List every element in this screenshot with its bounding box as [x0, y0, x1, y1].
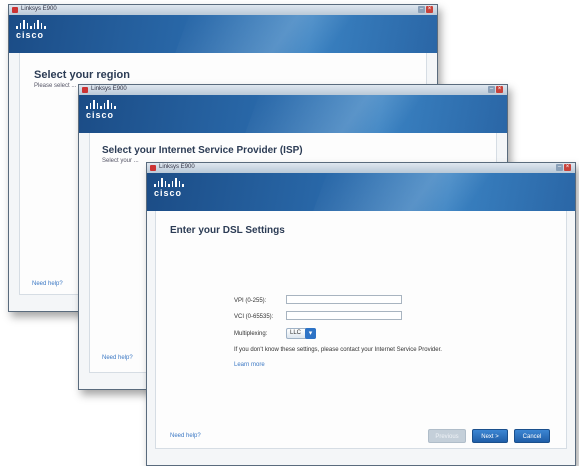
cisco-logo: cisco: [16, 20, 46, 40]
minimize-icon[interactable]: –: [418, 6, 425, 13]
help-info-text: If you don't know these settings, please…: [234, 347, 442, 353]
need-help-link[interactable]: Need help?: [102, 355, 133, 361]
app-icon: [82, 87, 88, 93]
header-banner: cisco: [9, 15, 437, 53]
setup-window-dsl: Linksys E900 – × cisco Enter your DSL Se…: [146, 162, 576, 466]
page-title: Enter your DSL Settings: [170, 225, 285, 236]
app-icon: [150, 165, 156, 171]
close-icon[interactable]: ×: [496, 86, 503, 93]
window-title: Linksys E900: [159, 164, 195, 170]
previous-button[interactable]: Previous: [428, 429, 466, 443]
page-title: Select your Internet Service Provider (I…: [102, 145, 303, 156]
multiplexing-label: Multiplexing:: [234, 331, 268, 337]
window-title: Linksys E900: [91, 86, 127, 92]
brand-wordmark: cisco: [16, 30, 45, 40]
window-controls: – ×: [488, 86, 503, 94]
learn-more-link[interactable]: Learn more: [234, 362, 265, 368]
brand-wordmark: cisco: [154, 188, 183, 198]
minimize-icon[interactable]: –: [556, 164, 563, 171]
vpi-input[interactable]: [286, 295, 402, 304]
vci-input[interactable]: [286, 311, 402, 320]
window-title: Linksys E900: [21, 6, 57, 12]
chevron-down-icon[interactable]: ▾: [305, 328, 316, 339]
need-help-link[interactable]: Need help?: [32, 281, 63, 287]
vpi-label: VPI (0-255):: [234, 298, 267, 304]
cisco-logo: cisco: [86, 100, 116, 120]
close-icon[interactable]: ×: [426, 6, 433, 13]
need-help-link[interactable]: Need help?: [170, 433, 201, 439]
window-controls: – ×: [418, 6, 433, 14]
header-banner: cisco: [79, 95, 507, 133]
multiplexing-select[interactable]: LLC ▾: [286, 328, 316, 339]
close-icon[interactable]: ×: [564, 164, 571, 171]
page-title: Select your region: [34, 69, 130, 81]
header-banner: cisco: [147, 173, 575, 211]
cisco-logo: cisco: [154, 178, 184, 198]
page-subtext: Select your ...: [102, 158, 139, 164]
multiplexing-value: LLC: [290, 330, 302, 336]
next-button[interactable]: Next >: [472, 429, 508, 443]
app-icon: [12, 7, 18, 13]
cancel-button[interactable]: Cancel: [514, 429, 550, 443]
window-controls: – ×: [556, 164, 571, 172]
vci-label: VCI (0-65535):: [234, 314, 274, 320]
brand-wordmark: cisco: [86, 110, 115, 120]
page-subtext: Please select ...: [34, 83, 77, 89]
minimize-icon[interactable]: –: [488, 86, 495, 93]
content-panel: Enter your DSL Settings VPI (0-255): VCI…: [155, 211, 567, 449]
